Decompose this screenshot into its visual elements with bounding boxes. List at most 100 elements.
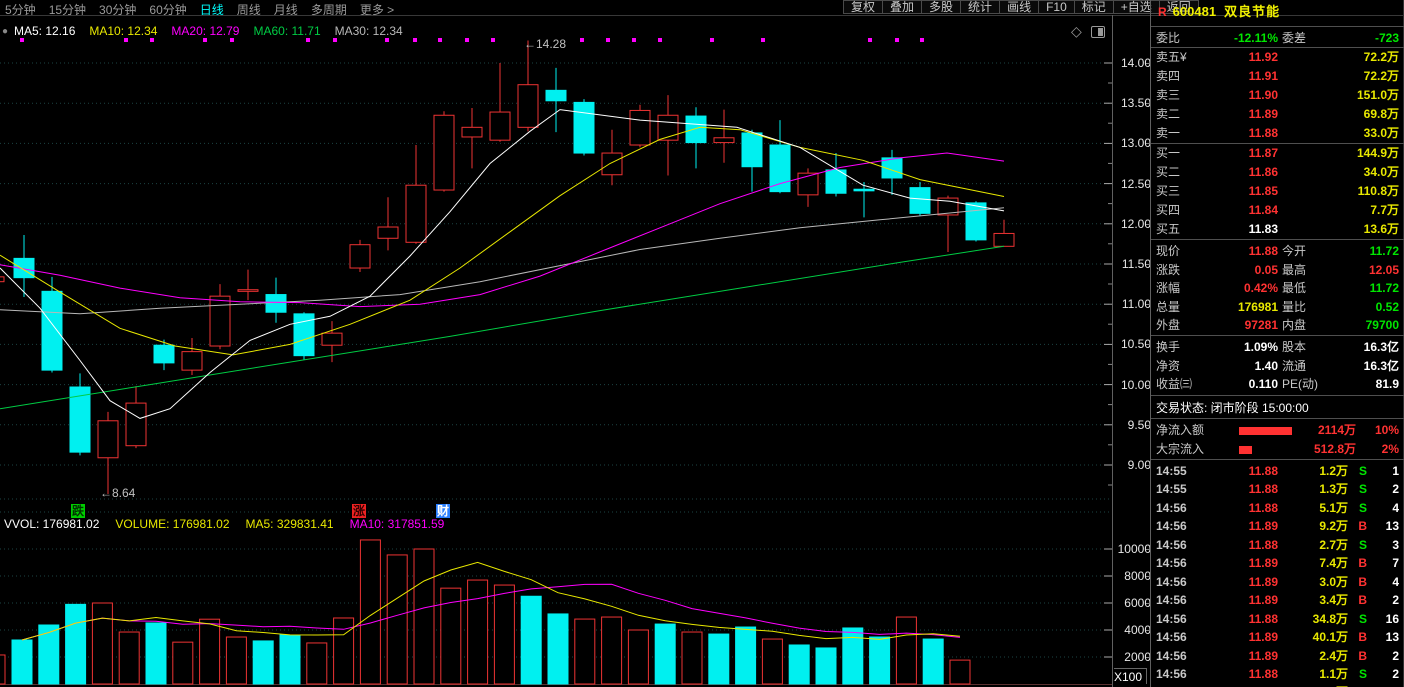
trade-price: 11.89: [1191, 683, 1278, 687]
toolbar-button-统计[interactable]: 统计: [961, 0, 1000, 14]
toolbar-button-多股[interactable]: 多股: [922, 0, 961, 14]
tick-trade-row[interactable]: 14:5611.881.1万S2: [1151, 665, 1404, 683]
event-marker: [385, 38, 389, 42]
panel-divider: [1151, 239, 1404, 240]
tick-trade-row[interactable]: 14:5611.8834.8万S16: [1151, 610, 1404, 628]
toolbar-button-复权[interactable]: 复权: [843, 0, 883, 14]
volume-ma-label: VOLUME: 176981.02: [115, 517, 229, 531]
candle-body: [154, 345, 174, 363]
ma-label: MA30: 12.34: [335, 24, 403, 38]
info-value: 0.42%: [1191, 279, 1278, 297]
trade-volume: 9.2万: [1288, 517, 1348, 535]
volume-bar: [387, 555, 407, 684]
info-label: 内盘: [1282, 316, 1306, 334]
bid-volume: 34.0万: [1306, 163, 1399, 182]
panel-toggle-icon[interactable]: [1091, 26, 1105, 38]
bid-row-1[interactable]: 买一11.87144.9万: [1151, 144, 1404, 163]
trade-price: 11.89: [1191, 573, 1278, 591]
trade-side: B: [1353, 628, 1367, 646]
event-marker: [438, 38, 442, 42]
tick-trade-row[interactable]: 14:5511.881.3万S2: [1151, 480, 1404, 498]
candle-body: [490, 112, 510, 140]
flow-percent: 2%: [1361, 440, 1399, 459]
candle-body: [910, 188, 930, 214]
volume-bar: [307, 643, 327, 684]
toolbar-button-画线[interactable]: 画线: [1000, 0, 1039, 14]
info-label: 最高: [1282, 261, 1306, 279]
trade-volume: 7.4万: [1288, 554, 1348, 572]
trade-time: 14:56: [1156, 591, 1187, 609]
ask-row-4[interactable]: 卖四11.9172.2万: [1151, 67, 1404, 86]
quote-panel: 委比-12.11%委差-723卖五¥11.9272.2万卖四11.9172.2万…: [1151, 0, 1404, 687]
trade-count: 2: [1371, 647, 1399, 665]
candle-body: [462, 127, 482, 137]
candlestick-chart[interactable]: [0, 0, 1113, 687]
flow-label: 净流入额: [1156, 421, 1204, 440]
bid-row-5[interactable]: 买五11.8313.6万: [1151, 220, 1404, 239]
volume-bar: [655, 624, 675, 684]
panel-divider: [1151, 335, 1404, 336]
ask-label: 卖五¥: [1156, 48, 1187, 67]
volume-bar: [628, 630, 648, 684]
volume-bar: [360, 540, 380, 684]
event-marker: [230, 38, 234, 42]
candle-body: [350, 245, 370, 268]
volume-bar: [173, 642, 193, 684]
trade-time: 14:55: [1156, 462, 1187, 480]
volume-bar: [762, 639, 782, 684]
tick-trade-row[interactable]: 14:5611.885.1万S4: [1151, 499, 1404, 517]
trade-count: 1: [1371, 462, 1399, 480]
ask-row-1[interactable]: 卖一11.8833.0万: [1151, 124, 1404, 143]
tick-trade-row[interactable]: 14:5611.893.0万B4: [1151, 573, 1404, 591]
panel-divider: [1151, 418, 1404, 419]
volume-bar: [789, 645, 809, 684]
volume-bar: [280, 635, 300, 684]
chart-badge-涨: 涨: [352, 504, 366, 518]
candle-body: [182, 352, 202, 370]
ask-row-3[interactable]: 卖三11.90151.0万: [1151, 86, 1404, 105]
candle-body: [434, 115, 454, 190]
bid-price: 11.86: [1191, 163, 1278, 182]
ma-label: MA5: 12.16: [14, 24, 75, 38]
flow-value: 512.8万: [1301, 440, 1356, 459]
trade-side: B: [1353, 554, 1367, 572]
tick-trade-row[interactable]: 14:5611.8940.1万B13: [1151, 628, 1404, 646]
candle-body: [42, 291, 62, 370]
candle-body: [210, 296, 230, 346]
candle-body: [406, 185, 426, 242]
ask-volume: 72.2万: [1306, 48, 1399, 67]
event-marker: [203, 38, 207, 42]
trade-volume: 2.4万: [1288, 647, 1348, 665]
volume-bar: [468, 580, 488, 684]
event-marker: [306, 38, 310, 42]
ask-row-5[interactable]: 卖五¥11.9272.2万: [1151, 48, 1404, 67]
event-marker: [606, 38, 610, 42]
tick-trade-row[interactable]: 14:5611.892.3万B3: [1151, 683, 1404, 687]
volume-ma-label: MA5: 329831.41: [246, 517, 334, 531]
tick-trade-row[interactable]: 14:5611.892.4万B2: [1151, 647, 1404, 665]
bid-row-3[interactable]: 买三11.85110.8万: [1151, 182, 1404, 201]
trade-time: 14:56: [1156, 665, 1187, 683]
tick-trade-row[interactable]: 14:5611.897.4万B7: [1151, 554, 1404, 572]
flow-value: 2114万: [1301, 421, 1356, 440]
toolbar-button-叠加[interactable]: 叠加: [883, 0, 922, 14]
toolbar-button-F10[interactable]: F10: [1039, 0, 1075, 14]
money-flow-row: 大宗流入512.8万2%: [1151, 440, 1404, 459]
ask-row-2[interactable]: 卖二11.8969.8万: [1151, 105, 1404, 124]
tick-trade-row[interactable]: 14:5611.882.7万S3: [1151, 536, 1404, 554]
ma-bullet-icon: ●: [2, 26, 8, 37]
ask-label: 卖四: [1156, 67, 1180, 86]
tick-trade-row[interactable]: 14:5511.881.2万S1: [1151, 462, 1404, 480]
toolbar-button-标记[interactable]: 标记: [1075, 0, 1114, 14]
weibi-value: -12.11%: [1191, 29, 1278, 47]
volume-bar: [39, 625, 59, 684]
ma30-line: [0, 208, 1004, 314]
diamond-icon[interactable]: ◇: [1071, 23, 1082, 40]
trade-count: 3: [1371, 683, 1399, 687]
tick-trade-row[interactable]: 14:5611.899.2万B13: [1151, 517, 1404, 535]
trough-annotation: ←8.64: [100, 486, 135, 500]
tick-trade-row[interactable]: 14:5611.893.4万B2: [1151, 591, 1404, 609]
bid-row-4[interactable]: 买四11.847.7万: [1151, 201, 1404, 220]
volume-bar: [146, 623, 166, 684]
bid-row-2[interactable]: 买二11.8634.0万: [1151, 163, 1404, 182]
